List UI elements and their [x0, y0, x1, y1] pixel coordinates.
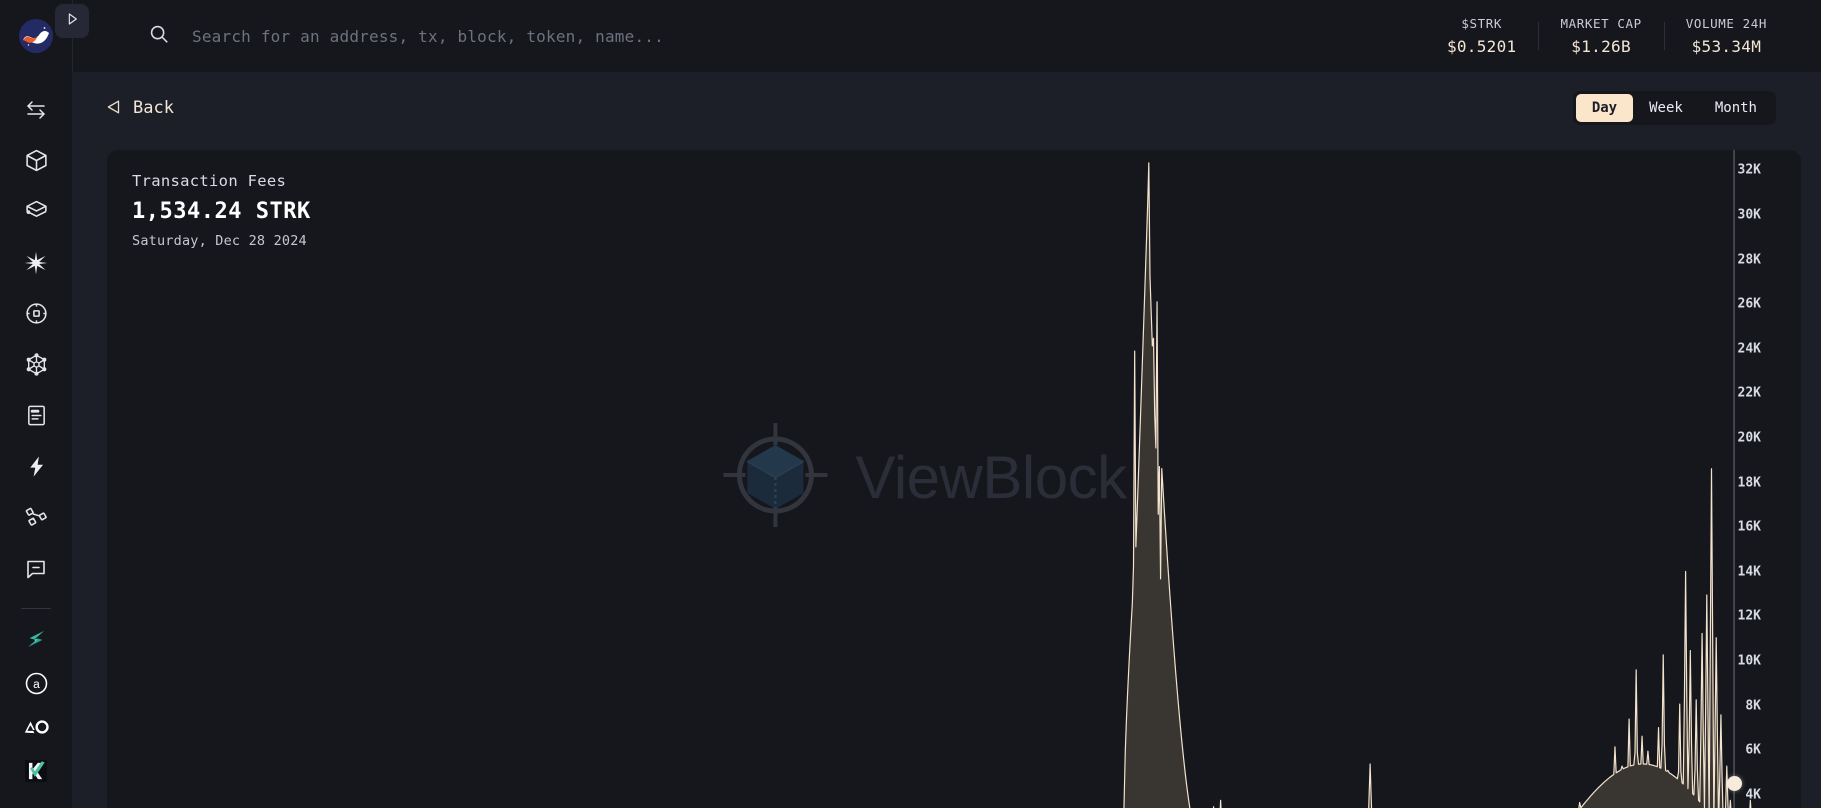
transactions-arrows-icon	[24, 98, 48, 122]
sidebar: a	[0, 0, 72, 808]
sidebar-nav: a	[0, 84, 72, 795]
zilliqa-logo-icon	[23, 626, 49, 656]
search-input[interactable]	[192, 26, 1425, 46]
sidebar-item-blocks[interactable]	[0, 135, 72, 186]
arweave-circle-a-icon: a	[24, 671, 49, 700]
back-triangle-icon	[107, 99, 120, 118]
sidebar-item-messages[interactable]	[0, 543, 72, 594]
stat-value: $53.34M	[1691, 37, 1762, 56]
stat-strk-price[interactable]: $STRK $0.5201	[1425, 16, 1539, 56]
sidebar-item-activity[interactable]	[0, 441, 72, 492]
sidebar-chain-arweave[interactable]: a	[0, 663, 72, 707]
chart-card: Transaction Fees 1,534.24 STRK Saturday,…	[107, 150, 1801, 808]
range-button-month[interactable]: Month	[1699, 94, 1773, 122]
search-icon	[148, 23, 170, 49]
topbar: $STRK $0.5201 MARKET CAP $1.26B VOLUME 2…	[72, 0, 1821, 72]
sidebar-item-contracts[interactable]	[0, 390, 72, 441]
play-icon	[64, 11, 80, 31]
sidebar-item-layers[interactable]	[0, 186, 72, 237]
network-nodes-icon	[24, 352, 49, 377]
stat-label: VOLUME 24H	[1685, 16, 1767, 31]
graph-nodes-icon	[24, 505, 49, 530]
range-button-week[interactable]: Week	[1633, 94, 1699, 122]
stat-volume-24h[interactable]: VOLUME 24H $53.34M	[1663, 16, 1789, 56]
stat-value: $0.5201	[1446, 37, 1517, 56]
page-subbar: Back Day Week Month	[72, 72, 1821, 144]
crosshair-target-icon	[24, 301, 49, 326]
search-bar[interactable]	[73, 0, 1425, 72]
document-icon	[25, 404, 48, 427]
sidebar-item-target[interactable]	[0, 288, 72, 339]
sidebar-chain-k[interactable]	[0, 751, 72, 795]
svg-text:a: a	[33, 677, 40, 691]
chat-bubble-icon	[24, 557, 48, 581]
fees-area-chart[interactable]	[107, 150, 1801, 808]
market-stats: $STRK $0.5201 MARKET CAP $1.26B VOLUME 2…	[1425, 16, 1821, 56]
chart-hover-value: 1,534.24 STRK	[132, 199, 311, 224]
sidebar-divider	[21, 608, 51, 609]
stat-value: $1.26B	[1571, 37, 1631, 56]
sidebar-chain-zilliqa[interactable]	[0, 619, 72, 663]
sidebar-item-graph[interactable]	[0, 492, 72, 543]
sidebar-item-network[interactable]	[0, 339, 72, 390]
lightning-bolt-icon	[25, 455, 48, 478]
kaspa-k-logo-icon	[23, 758, 49, 788]
stat-label: MARKET CAP	[1560, 16, 1642, 31]
ao-logo-icon	[22, 716, 50, 742]
sidebar-toggle-button[interactable]	[55, 4, 89, 38]
chart-title: Transaction Fees	[132, 172, 287, 190]
sidebar-chain-ao[interactable]	[0, 707, 72, 751]
stat-market-cap[interactable]: MARKET CAP $1.26B	[1538, 16, 1663, 56]
chart-header: Transaction Fees 1,534.24 STRK Saturday,…	[132, 172, 311, 249]
stat-label: $STRK	[1461, 16, 1503, 31]
back-button[interactable]: Back	[107, 98, 174, 118]
hover-marker-dot	[1726, 775, 1742, 791]
page-content: Back Day Week Month Transaction Fees 1,5…	[72, 72, 1821, 808]
viewblock-logo-icon	[19, 19, 53, 53]
back-label: Back	[133, 98, 174, 118]
range-toggle: Day Week Month	[1572, 91, 1776, 125]
sparkle-star-icon	[23, 250, 49, 276]
app-root: a Search for an address, tx, block, toke…	[0, 0, 1821, 808]
sidebar-item-transactions[interactable]	[0, 84, 72, 135]
block-cube-icon	[24, 148, 49, 173]
layers-stack-icon	[24, 199, 49, 224]
range-button-day[interactable]: Day	[1575, 94, 1634, 122]
sidebar-item-sparkle[interactable]	[0, 237, 72, 288]
chart-hover-date: Saturday, Dec 28 2024	[132, 233, 307, 249]
